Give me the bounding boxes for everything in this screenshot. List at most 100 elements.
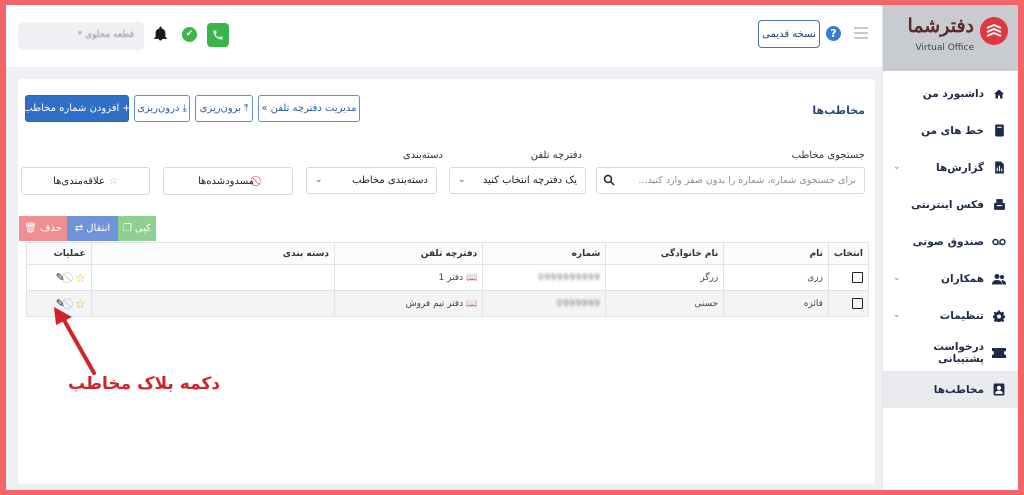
plus-icon: + <box>122 103 131 114</box>
users-icon <box>992 272 1006 286</box>
report-icon <box>992 161 1006 175</box>
import-button[interactable]: ⤓ درون‌ریزی <box>134 95 190 122</box>
sidebar-item-my-lines[interactable]: خط های من <box>883 112 1018 149</box>
trash-icon: 🗑 <box>24 223 37 234</box>
sidebar-item-label: مخاطب‌ها <box>933 383 984 396</box>
export-icon: ⤒ <box>244 103 249 114</box>
category-select[interactable]: دسته‌بندی مخاطب ⌄ <box>306 167 437 194</box>
old-version-button[interactable]: نسخه قدیمی <box>758 20 820 48</box>
copy-button[interactable]: کپی ❐ <box>118 216 156 241</box>
sidebar-item-label: همکاران <box>941 272 984 285</box>
annotation-label: دکمه بلاک مخاطب <box>68 374 221 394</box>
phone-book-icon <box>992 124 1006 138</box>
contacts-table: انتخاب نام نام خانوادگی شماره دفترچه تلف… <box>26 242 870 317</box>
number-value: 0999999999 <box>538 272 601 283</box>
search-label: جستجوی مخاطب <box>791 150 865 161</box>
row-select-cell <box>827 290 870 317</box>
ticket-icon <box>992 346 1006 360</box>
fax-icon <box>992 198 1006 212</box>
sidebar-item-contacts[interactable]: مخاطب‌ها <box>883 371 1018 408</box>
number-value: 0999999 <box>556 298 601 309</box>
sidebar-item-label: صندوق صوتی <box>912 235 984 248</box>
favorite-star-icon[interactable]: ☆ <box>75 271 86 285</box>
table-row: فائزه حسنی 0999999 📖 دفتر تیم فروش ☆ ⃠ ✎ <box>26 290 870 317</box>
book-icon: 📖 <box>466 272 478 283</box>
bell-icon[interactable] <box>154 26 167 45</box>
table-header-row: انتخاب نام نام خانوادگی شماره دفترچه تلف… <box>26 242 870 265</box>
col-category: دسته بندی <box>90 242 336 265</box>
sidebar-item-fax[interactable]: فکس اینترنتی <box>883 186 1018 223</box>
sidebar-item-settings[interactable]: تنظیمات ⌄ <box>883 297 1018 334</box>
delete-button[interactable]: حذف 🗑 <box>19 216 67 241</box>
double-chevron-icon: » <box>261 103 268 114</box>
logo-mark-icon <box>980 17 1008 45</box>
add-contact-label: افزودن شماره مخاطب <box>23 103 120 114</box>
row-checkbox[interactable] <box>852 272 863 283</box>
sidebar-item-dashboard[interactable]: داشبورد من <box>883 75 1018 112</box>
chevron-down-icon: ⌄ <box>893 310 901 320</box>
brand-logo: دفترشما Virtual Office <box>883 5 1018 71</box>
phonebook-value: یک دفترچه انتخاب کنید <box>482 175 577 186</box>
move-button[interactable]: انتقال ⇄ <box>67 216 118 241</box>
manage-phonebook-label: مدیریت دفترچه تلفن <box>270 103 357 114</box>
status-select[interactable]: قطعه محلوی * <box>18 22 144 50</box>
chevron-down-icon: ⌄ <box>893 162 901 172</box>
import-label: درون‌ریزی <box>137 103 180 114</box>
edit-pencil-icon[interactable]: ✎ <box>56 271 65 284</box>
book-icon: 📖 <box>466 298 478 309</box>
top-bar: ? نسخه قدیمی ✔ قطعه محلوی * <box>6 5 882 67</box>
category-cell <box>90 264 336 291</box>
chevron-down-icon: ⌄ <box>893 273 901 283</box>
contact-icon <box>992 383 1006 397</box>
phonebook-cell: 📖 دفتر تیم فروش <box>334 290 484 317</box>
add-contact-button[interactable]: + افزودن شماره مخاطب <box>23 95 131 122</box>
col-select: انتخاب <box>827 242 870 265</box>
sidebar-item-support[interactable]: درخواست پشتیبانی <box>883 334 1018 371</box>
blocked-filter-button[interactable]: ⃠ مسدودشده‌ها <box>163 167 293 195</box>
delete-label: حذف <box>39 223 62 234</box>
row-checkbox[interactable] <box>852 298 863 309</box>
col-name: نام <box>723 242 829 265</box>
sidebar-item-colleagues[interactable]: همکاران ⌄ <box>883 260 1018 297</box>
col-phonebook: دفترچه تلفن <box>334 242 484 265</box>
blocked-label: مسدودشده‌ها <box>198 175 254 187</box>
sidebar-item-reports[interactable]: گزارش‌ها ⌄ <box>883 149 1018 186</box>
number-cell: 0999999 <box>482 290 607 317</box>
last-name-cell: حسنی <box>605 290 725 317</box>
sidebar-item-voicemail[interactable]: صندوق صوتی <box>883 223 1018 260</box>
page-title: مخاطب‌ها <box>812 104 865 117</box>
phonebook-label: دفترچه تلفن <box>530 150 582 161</box>
sidebar-item-label: داشبورد من <box>922 87 984 100</box>
search-input[interactable]: برای جستجوی شماره، شماره را بدون صفر وار… <box>596 167 865 194</box>
last-name-cell: زرگر <box>605 264 725 291</box>
favorites-filter-button[interactable]: ☆ علاقه‌مندی‌ها <box>21 167 150 195</box>
sidebar-item-label: درخواست پشتیبانی <box>933 340 984 365</box>
verified-icon: ✔ <box>182 27 197 42</box>
help-icon[interactable]: ? <box>826 26 841 41</box>
col-last-name: نام خانوادگی <box>605 242 725 265</box>
phone-icon[interactable] <box>207 23 229 47</box>
chevron-down-icon: ⌄ <box>315 175 323 185</box>
operations-cell: ☆ ⃠ ✎ <box>26 264 92 291</box>
table-row: زری زرگر 0999999999 📖 دفتر 1 ☆ ⃠ ✎ <box>26 264 870 291</box>
import-icon: ⤓ <box>182 103 187 114</box>
first-name-cell: فائزه <box>723 290 829 317</box>
home-icon <box>992 87 1006 101</box>
chevron-down-icon: ⌄ <box>458 175 466 185</box>
number-cell: 0999999999 <box>482 264 607 291</box>
gear-icon <box>992 309 1006 323</box>
contacts-card: مخاطب‌ها + افزودن شماره مخاطب ⤓ درون‌ریز… <box>18 79 875 484</box>
app-window: ? نسخه قدیمی ✔ قطعه محلوی * دفترشما Virt… <box>6 5 1018 490</box>
category-label: دسته‌بندی <box>402 150 443 161</box>
phonebook-value: دفتر 1 <box>438 272 464 283</box>
phonebook-select[interactable]: یک دفترچه انتخاب کنید ⌄ <box>449 167 586 194</box>
phonebook-value: دفتر تیم فروش <box>405 298 464 309</box>
export-label: برون‌ریزی <box>199 103 242 114</box>
sidebar: دفترشما Virtual Office داشبورد من خط های… <box>882 5 1018 490</box>
col-number: شماره <box>482 242 607 265</box>
manage-phonebook-button[interactable]: مدیریت دفترچه تلفن » <box>258 95 360 122</box>
category-value: دسته‌بندی مخاطب <box>352 175 428 186</box>
menu-toggle-icon[interactable] <box>854 27 868 42</box>
export-button[interactable]: ⤒ برون‌ریزی <box>195 95 253 122</box>
brand-subtitle: Virtual Office <box>915 43 974 53</box>
